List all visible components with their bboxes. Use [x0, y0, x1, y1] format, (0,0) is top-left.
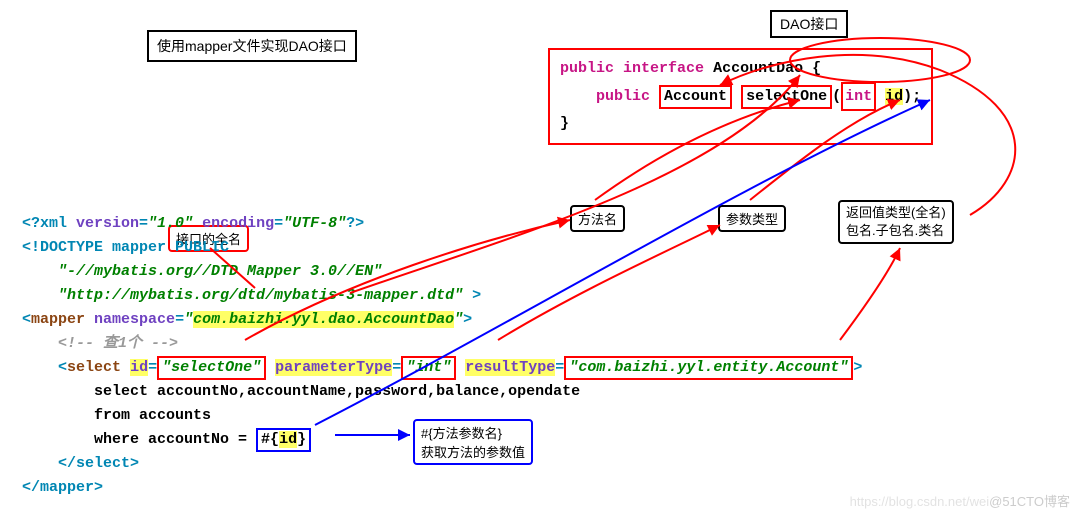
- title-text: 使用mapper文件实现DAO接口: [157, 38, 347, 54]
- kw-public2: public: [596, 88, 650, 105]
- doctype-name: mapper: [112, 239, 166, 256]
- watermark-right: @51CTO博客: [989, 494, 1070, 509]
- rt-attr: resultType: [465, 359, 555, 376]
- pt-attr: parameterType: [275, 359, 392, 376]
- enc-val: "UTF-8": [283, 215, 346, 232]
- xml-decl-close: ?>: [346, 215, 364, 232]
- sql-l1: select accountNo,accountName,password,ba…: [94, 383, 580, 400]
- select-close: </select>: [58, 455, 139, 472]
- sql-l3-pre: where accountNo =: [94, 431, 256, 448]
- java-interface-block: public interface AccountDao { public Acc…: [548, 48, 933, 145]
- id-attr: id: [130, 359, 148, 376]
- select-tag: select: [67, 359, 121, 376]
- dao-title-text: DAO接口: [780, 16, 838, 32]
- id-val: selectOne: [171, 359, 252, 376]
- kw-public: public: [560, 60, 614, 77]
- version-attr: version: [76, 215, 139, 232]
- doctype-l3: "http://mybatis.org/dtd/mybatis-3-mapper…: [58, 287, 463, 304]
- watermark: https://blog.csdn.net/wei@51CTO博客: [850, 491, 1070, 510]
- param-type: int: [841, 82, 876, 112]
- brace-open: {: [812, 60, 821, 77]
- sql-l2: from accounts: [94, 407, 211, 424]
- xml-decl-open: <?xml: [22, 215, 76, 232]
- title-box: 使用mapper文件实现DAO接口: [147, 30, 357, 62]
- return-type: Account: [659, 85, 732, 109]
- watermark-left: https://blog.csdn.net/wei: [850, 494, 989, 509]
- mapper-tag: mapper: [31, 311, 85, 328]
- sql-param-id: id: [279, 431, 297, 448]
- eq: =: [139, 215, 148, 232]
- dao-title-box: DAO接口: [770, 10, 848, 38]
- enc-attr: encoding: [202, 215, 274, 232]
- class-name: AccountDao: [713, 60, 803, 77]
- ns-attr: namespace: [94, 311, 175, 328]
- ns-val: com.baizhi.yyl.dao.AccountDao: [193, 311, 454, 328]
- mapper-close: </mapper>: [22, 479, 103, 496]
- version-val: "1.0": [148, 215, 193, 232]
- kw-interface: interface: [623, 60, 704, 77]
- xml-code-block: <?xml version="1.0" encoding="UTF-8"?> <…: [22, 188, 862, 500]
- rt-val: com.baizhi.yyl.entity.Account: [578, 359, 839, 376]
- doctype-l2: "-//mybatis.org//DTD Mapper 3.0//EN": [58, 263, 382, 280]
- comment: <!-- 查1个 -->: [58, 335, 178, 352]
- param-name: id: [885, 88, 903, 105]
- pt-val: int: [415, 359, 442, 376]
- brace-close: }: [560, 115, 569, 132]
- doctype-open: <!DOCTYPE: [22, 239, 112, 256]
- method-name: selectOne: [741, 85, 832, 109]
- doctype-public: PUBLIC: [175, 239, 229, 256]
